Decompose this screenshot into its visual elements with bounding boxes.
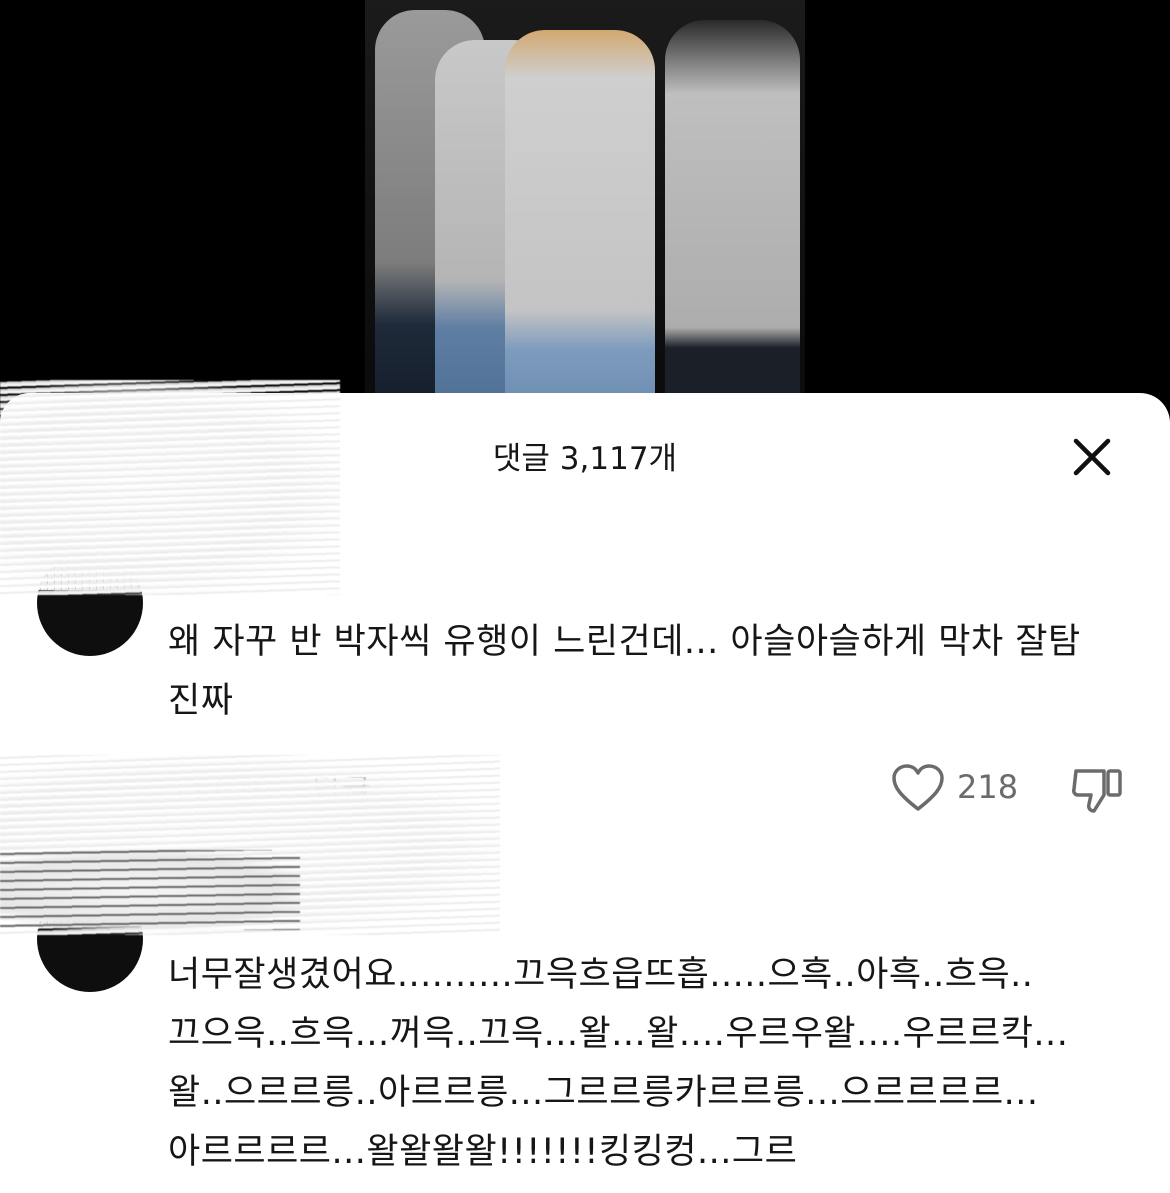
redaction-scribble (37, 886, 143, 926)
video-thumbnail (365, 0, 805, 430)
like-count: 218 (957, 768, 1019, 806)
person-figure (665, 20, 800, 430)
avatar[interactable] (37, 550, 143, 656)
dislike-button[interactable] (1070, 765, 1126, 817)
comment-text: 너무잘생겼어요..........끄윽흐읍뜨흡.....으흑..아흑..흐윽..… (168, 955, 1069, 1172)
close-icon (1073, 438, 1111, 476)
comment-time: 11시간 (169, 776, 263, 811)
heart-icon (892, 764, 944, 811)
redaction-scribble (37, 550, 143, 590)
person-figure (505, 30, 655, 430)
comment-text: 왜 자꾸 반 박자씩 유행이 느린건데... 아슬아슬하게 막차 잘탐 진짜 (168, 622, 1093, 721)
video-player[interactable] (0, 0, 1170, 430)
avatar[interactable] (37, 886, 143, 992)
thumbs-down-icon (1072, 769, 1122, 813)
comments-sheet: 댓글 3,117개 왜 자꾸 반 박자씩 유행이 느린건데... 아슬아슬하게 … (0, 393, 1170, 1193)
close-button[interactable] (1064, 429, 1120, 485)
reply-button[interactable]: 답글 (312, 765, 371, 811)
comments-title: 댓글 3,117개 (492, 441, 678, 477)
like-button[interactable] (890, 763, 946, 813)
